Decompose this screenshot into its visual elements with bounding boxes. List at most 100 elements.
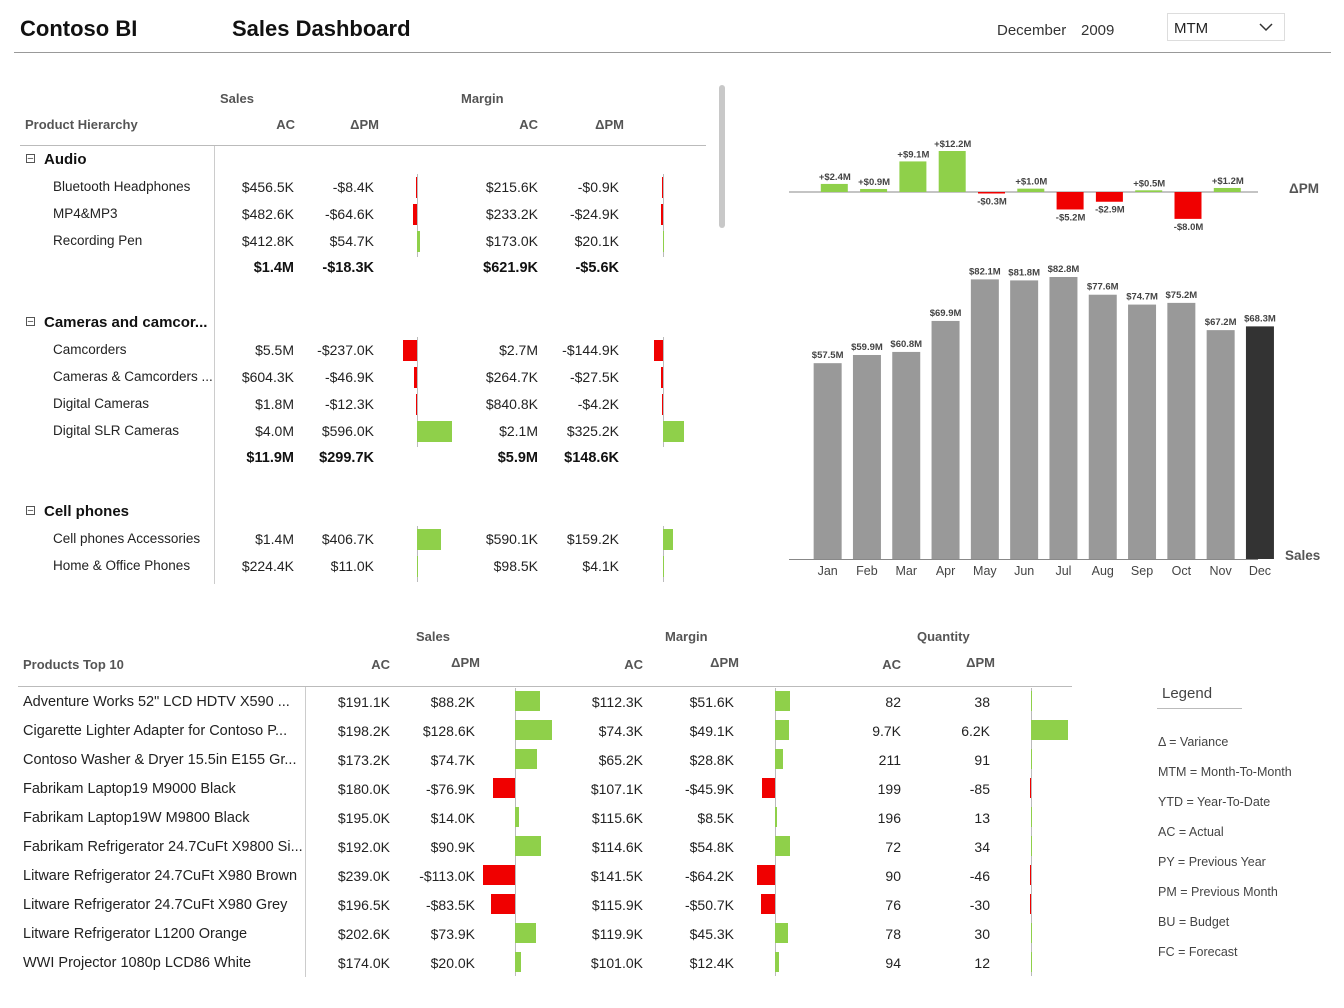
top10-sales-dpm: -$83.5K [425, 897, 475, 913]
top10-margin-dpm: -$45.9K [684, 781, 734, 797]
top10-qty-ac: 196 [877, 810, 901, 826]
top10-margin-ac: $114.6K [591, 839, 643, 855]
hier-sales-dpm: $596.0K [321, 423, 374, 439]
hier-margin-variance-bar [661, 204, 663, 225]
top10-row-name[interactable]: Litware Refrigerator 24.7CuFt X980 Grey [23, 897, 287, 913]
delta-pm-bar [1017, 188, 1045, 192]
top10-margin-ac: $115.9K [591, 897, 643, 913]
top10-qty-variance-bar [1031, 952, 1032, 972]
top10-row-name[interactable]: Litware Refrigerator 24.7CuFt X980 Brown [23, 868, 297, 884]
top10-margin-variance-bar [775, 836, 791, 856]
top10-col-sales-ac[interactable]: AC [320, 657, 390, 672]
hier-sales-variance-bar [416, 394, 417, 415]
top10-col-margin-dpm[interactable]: ΔPM [669, 655, 739, 670]
hier-col-sales-ac[interactable]: AC [225, 117, 295, 132]
top10-row-name[interactable]: Fabrikam Refrigerator 24.7CuFt X9800 Si.… [23, 839, 303, 855]
header-divider [14, 52, 1331, 53]
hier-margin-variance-bar [663, 421, 684, 442]
top10-margin-variance-bar [775, 952, 779, 972]
hier-row-name[interactable]: Cameras & Camcorders ... [53, 369, 213, 384]
year-label: 2009 [1081, 22, 1115, 39]
hier-row-name[interactable]: Cell phones Accessories [53, 531, 200, 546]
collapse-toggle-icon[interactable]: − [26, 506, 35, 517]
hier-group-name[interactable]: Cameras and camcor... [44, 314, 207, 331]
sales-bar [852, 354, 881, 559]
top10-sales-dpm: $74.7K [430, 752, 475, 768]
top10-group-qty: Quantity [917, 629, 970, 644]
chevron-down-icon [1259, 23, 1273, 32]
hier-margin-dpm: -$144.9K [562, 342, 619, 358]
delta-pm-data-label: +$2.4M [819, 172, 851, 183]
hier-sales-dpm: -$237.0K [317, 342, 374, 358]
top10-row-name[interactable]: Cigarette Lighter Adapter for Contoso P.… [23, 723, 287, 739]
top10-qty-dpm: 91 [974, 752, 990, 768]
top10-qty-variance-bar [1031, 749, 1032, 769]
top10-row-name[interactable]: Contoso Washer & Dryer 15.5in E155 Gr... [23, 752, 296, 768]
delta-pm-data-label: +$1.0M [1015, 177, 1047, 188]
top10-margin-ac: $119.9K [591, 926, 643, 942]
hier-row-name[interactable]: Home & Office Phones [53, 558, 190, 573]
top10-qty-ac: 90 [885, 868, 901, 884]
top10-margin-dpm: -$64.2K [684, 868, 734, 884]
hier-scrollbar[interactable] [719, 85, 725, 228]
top10-row-name[interactable]: Fabrikam Laptop19 M9000 Black [23, 781, 236, 797]
top10-row-name[interactable]: Adventure Works 52" LCD HDTV X590 ... [23, 694, 290, 710]
period-mode-select[interactable]: MTM [1167, 13, 1285, 41]
hier-margin-ac: $2.7M [499, 342, 538, 358]
delta-pm-bar [1213, 187, 1241, 192]
legend-item: YTD = Year-To-Date [1158, 795, 1271, 809]
hier-row-name[interactable]: MP4&MP3 [53, 206, 118, 221]
hier-total-margin-ac: $5.9M [497, 450, 538, 466]
top10-qty-variance-bar [1030, 778, 1031, 798]
top10-col-margin-ac[interactable]: AC [573, 657, 643, 672]
hier-sales-variance-bar [414, 367, 417, 388]
hier-col-sales-dpm[interactable]: ΔPM [309, 117, 379, 132]
top10-col-qty-dpm[interactable]: ΔPM [925, 655, 995, 670]
top10-row-name[interactable]: Fabrikam Laptop19W M9800 Black [23, 810, 249, 826]
top10-margin-dpm: $49.1K [689, 723, 734, 739]
period-mode-value: MTM [1174, 20, 1209, 37]
hier-group-name[interactable]: Audio [44, 151, 87, 168]
hier-row-name[interactable]: Digital Cameras [53, 396, 149, 411]
hier-row-name[interactable]: Bluetooth Headphones [53, 179, 190, 194]
hier-margin-variance-bar [661, 367, 663, 388]
hier-sales-variance-bar [403, 340, 417, 361]
legend-item: AC = Actual [1158, 825, 1224, 839]
top10-sales-variance-bar [515, 749, 537, 769]
sales-bar [1010, 280, 1039, 559]
top10-margin-variance-bar [775, 923, 788, 943]
top10-margin-variance-bar [775, 691, 790, 711]
top10-col-sales-dpm[interactable]: ΔPM [410, 655, 480, 670]
legend-underline [1157, 708, 1242, 709]
delta-pm-data-label: +$0.9M [858, 177, 890, 188]
hier-margin-variance-bar [663, 556, 664, 577]
collapse-toggle-icon[interactable]: − [26, 317, 35, 328]
hier-row-name[interactable]: Recording Pen [53, 233, 142, 248]
hier-margin-ac: $590.1K [485, 531, 538, 547]
collapse-toggle-icon[interactable]: − [26, 154, 35, 165]
top10-col-product[interactable]: Products Top 10 [23, 657, 124, 672]
hier-row-name[interactable]: Digital SLR Cameras [53, 423, 179, 438]
legend-item: FC = Forecast [1158, 945, 1238, 959]
hier-row-name[interactable]: Camcorders [53, 342, 127, 357]
top10-margin-dpm: $45.3K [689, 926, 734, 942]
hier-margin-dpm: -$0.9K [577, 179, 619, 195]
hier-col-product[interactable]: Product Hierarchy [25, 117, 138, 132]
delta-pm-data-label: -$8.0M [1174, 222, 1204, 233]
top10-row-name[interactable]: WWI Projector 1080p LCD86 White [23, 955, 251, 971]
top10-margin-dpm: $54.8K [689, 839, 734, 855]
hier-margin-dpm: $4.1K [582, 558, 619, 574]
legend-item: BU = Budget [1158, 915, 1230, 929]
top10-sales-variance-bar [515, 691, 541, 711]
hier-group-name[interactable]: Cell phones [44, 503, 129, 520]
hier-sales-ac: $604.3K [241, 369, 294, 385]
delta-pm-bar [978, 192, 1005, 194]
legend-item: MTM = Month-To-Month [1158, 765, 1292, 779]
hier-col-margin-ac[interactable]: AC [468, 117, 538, 132]
top10-row-name[interactable]: Litware Refrigerator L1200 Orange [23, 926, 247, 942]
hier-col-margin-dpm[interactable]: ΔPM [554, 117, 624, 132]
top10-col-qty-ac[interactable]: AC [831, 657, 901, 672]
sales-month-tick: Jan [818, 564, 838, 578]
sales-bar [1128, 304, 1157, 559]
top10-qty-variance-bar [1031, 836, 1032, 856]
